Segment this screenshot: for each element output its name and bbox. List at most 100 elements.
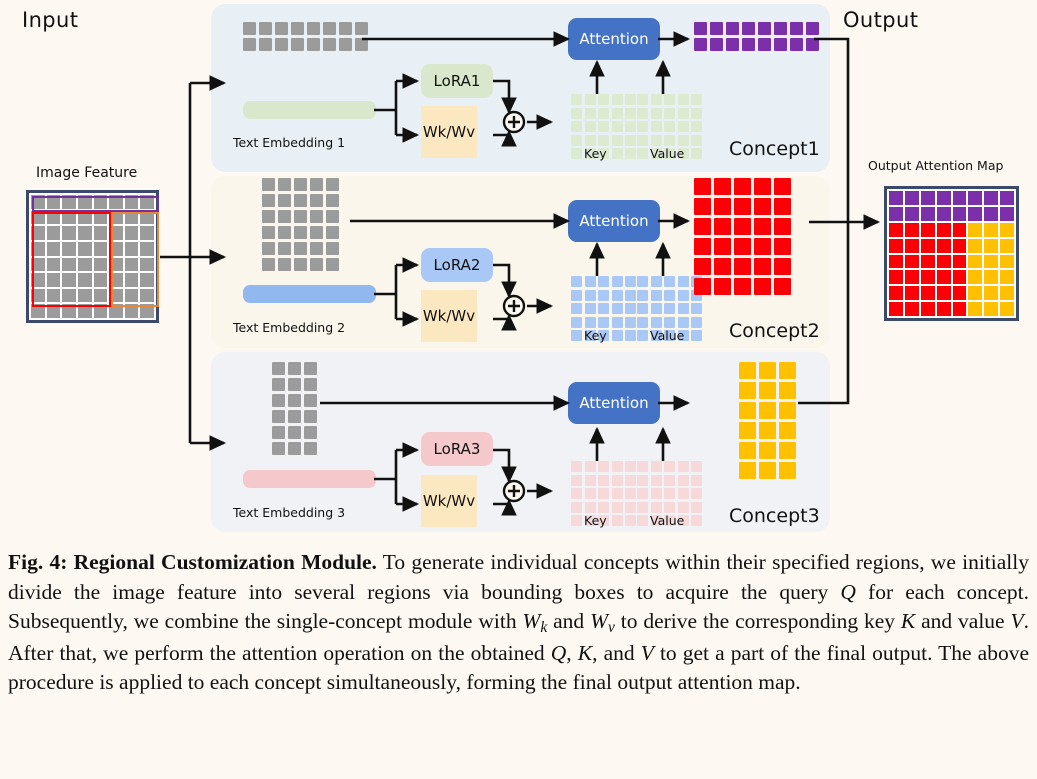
- grid-cell: [754, 178, 771, 195]
- attention-map-cell: [968, 191, 983, 205]
- concept1-region-bbox: [32, 196, 159, 212]
- grid-cell: [677, 289, 689, 301]
- attention-map-cell: [904, 191, 919, 205]
- concept2-lora-box[interactable]: LoRA2: [421, 248, 493, 282]
- grid-cell: [584, 501, 596, 513]
- attention-map-cell: [1000, 286, 1014, 301]
- concept3-lora-box[interactable]: LoRA3: [421, 432, 493, 466]
- output-attention-map-cells: [887, 189, 1016, 318]
- grid-cell: [739, 402, 756, 419]
- grid-cell: [294, 258, 307, 271]
- attention-map-cell: [968, 238, 983, 253]
- grid-cell: [584, 488, 596, 499]
- attention-map-cell: [889, 270, 903, 285]
- grid-cell: [272, 410, 285, 423]
- concept1-attention-box[interactable]: Attention: [568, 18, 660, 60]
- grid-cell: [571, 107, 582, 119]
- attention-map-cell: [952, 270, 967, 285]
- grid-cell: [304, 378, 317, 391]
- attention-map-cell: [968, 270, 983, 285]
- grid-cell: [598, 316, 609, 328]
- grid-cell: [664, 461, 675, 472]
- concept2-wkwv-line1: Wk/: [422, 306, 452, 325]
- attention-map-cell: [889, 286, 903, 301]
- caption-math-k1: K: [900, 609, 916, 634]
- grid-cell: [664, 488, 675, 499]
- grid-cell: [310, 178, 323, 191]
- concept2-text-embedding-label: Text Embedding 2: [233, 320, 346, 335]
- grid-cell: [726, 22, 739, 35]
- concept3-query-grid: [272, 362, 317, 455]
- grid-cell: [691, 316, 702, 328]
- grid-cell: [774, 238, 791, 255]
- grid-cell: [326, 210, 339, 223]
- concept2-text-embedding-bar: [243, 285, 376, 303]
- grid-cell: [758, 38, 771, 51]
- grid-cell: [259, 38, 272, 51]
- attention-map-cell: [984, 286, 999, 301]
- grid-cell: [262, 178, 275, 191]
- attention-map-cell: [1000, 254, 1014, 269]
- grid-cell: [650, 134, 662, 146]
- grid-cell: [650, 121, 662, 132]
- concept3-attention-box[interactable]: Attention: [568, 382, 660, 424]
- grid-cell: [734, 178, 751, 195]
- grid-cell: [625, 276, 636, 287]
- grid-cell: [584, 461, 596, 472]
- grid-cell: [611, 107, 623, 119]
- concept2-attention-box[interactable]: Attention: [568, 200, 660, 242]
- grid-cell: [759, 422, 776, 439]
- caption-math-wk: W: [522, 609, 541, 634]
- grid-cell: [262, 210, 275, 223]
- grid-cell: [637, 330, 648, 341]
- grid-cell: [611, 276, 623, 287]
- caption-math-wv-sub: v: [607, 619, 615, 637]
- grid-cell: [611, 148, 623, 159]
- grid-cell: [611, 121, 623, 132]
- grid-cell: [272, 378, 285, 391]
- grid-cell: [694, 198, 711, 215]
- concept2-query-grid: [262, 178, 339, 271]
- grid-cell: [339, 38, 352, 51]
- grid-cell: [650, 107, 662, 119]
- grid-cell: [677, 134, 689, 146]
- grid-cell: [714, 218, 731, 235]
- figure-canvas: Input Output Image Feature Output Attent…: [0, 0, 1037, 542]
- grid-cell: [571, 515, 582, 526]
- grid-cell: [584, 94, 596, 105]
- grid-cell: [304, 394, 317, 407]
- grid-cell: [310, 242, 323, 255]
- grid-cell: [304, 442, 317, 455]
- concept3-text-embedding-bar: [243, 470, 376, 488]
- grid-cell: [664, 276, 675, 287]
- grid-cell: [664, 134, 675, 146]
- grid-cell: [584, 276, 596, 287]
- grid-cell: [779, 362, 796, 379]
- grid-cell: [326, 242, 339, 255]
- concept1-lora-box[interactable]: LoRA1: [421, 64, 493, 98]
- grid-cell: [650, 94, 662, 105]
- grid-cell: [625, 94, 636, 105]
- grid-cell: [650, 461, 662, 472]
- grid-cell: [739, 462, 756, 479]
- attention-map-cell: [936, 254, 951, 269]
- grid-cell: [571, 134, 582, 146]
- grid-cell: [625, 461, 636, 472]
- grid-cell: [307, 38, 320, 51]
- concept1-value-label: Value: [650, 146, 685, 161]
- attention-map-cell: [936, 302, 951, 316]
- grid-cell: [637, 276, 648, 287]
- grid-cell: [650, 316, 662, 328]
- grid-cell: [571, 316, 582, 328]
- concept1-wkwv-line2: Wv: [451, 122, 476, 141]
- image-feature-grid: [26, 190, 159, 323]
- grid-cell: [310, 210, 323, 223]
- image-feature-label: Image Feature: [36, 165, 138, 181]
- caption-figure-number: Fig. 4:: [8, 550, 68, 574]
- grid-cell: [714, 258, 731, 275]
- grid-cell: [625, 330, 636, 341]
- grid-cell: [294, 178, 307, 191]
- grid-cell: [754, 278, 771, 295]
- grid-cell: [779, 422, 796, 439]
- grid-cell: [625, 303, 636, 314]
